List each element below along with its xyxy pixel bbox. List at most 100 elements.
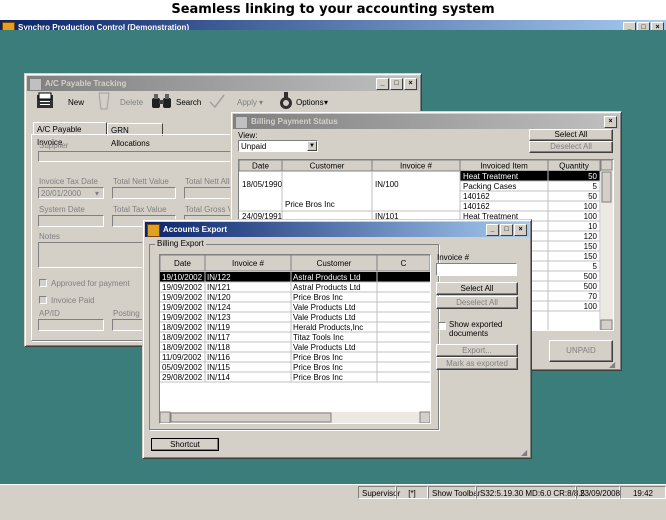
- approved-label: Approved for payment: [51, 279, 130, 288]
- export-title: Accounts Export: [163, 225, 228, 234]
- export-window-icon: [147, 224, 160, 237]
- status-flag: [*]: [396, 486, 428, 499]
- export-scroll-thumb: [170, 412, 332, 423]
- ap-close-button[interactable]: ×: [404, 78, 417, 90]
- total-nett-field: [112, 187, 176, 199]
- export-invoice-cell: IN/114: [207, 373, 231, 382]
- export-minimize-button[interactable]: _: [486, 224, 499, 236]
- status-bar: Supervisor [*] Show Toolbar S32:5.19.30 …: [0, 484, 666, 501]
- shortcut-button[interactable]: Shortcut: [151, 438, 219, 451]
- show-exported-label: Show exported documents: [449, 320, 503, 338]
- billing-select-all-button[interactable]: Select All: [529, 129, 613, 141]
- export-date-cell: 19/09/2002: [162, 313, 203, 322]
- billing-qty-cell: 50: [588, 172, 597, 181]
- search-button-label[interactable]: Search: [176, 98, 201, 107]
- apid-field: [38, 319, 104, 331]
- export-invoice-cell: IN/117: [207, 333, 231, 342]
- export-resize-grip[interactable]: ◢: [521, 448, 527, 457]
- export-customer-cell: Price Bros Inc: [293, 293, 343, 302]
- ap-minimize-button[interactable]: _: [376, 78, 389, 90]
- billing-item-cell: Packing Cases: [463, 182, 516, 191]
- status-toolbar[interactable]: Show Toolbar: [428, 486, 480, 499]
- billing-qty-cell: 5: [593, 182, 598, 191]
- export-invoice-cell: IN/116: [207, 353, 231, 362]
- new-button-label[interactable]: New: [68, 98, 84, 107]
- options-icon[interactable]: [278, 91, 294, 111]
- accounts-export-window: Accounts Export _ □ × Billing Export Dat…: [142, 219, 532, 459]
- billing-qty-cell: 100: [584, 302, 598, 311]
- notes-label: Notes: [39, 232, 60, 241]
- export-maximize-button[interactable]: □: [500, 224, 513, 236]
- export-invoice-cell: IN/122: [207, 273, 231, 282]
- billing-export-group-label: Billing Export: [155, 239, 206, 248]
- export-invoice-cell: IN/120: [207, 293, 231, 302]
- export-grid[interactable]: Date Invoice # Customer C 19/10/2002 IN/122 As…: [159, 254, 431, 424]
- export-scroll-left-icon: [160, 411, 171, 423]
- billing-qty-cell: 50: [588, 192, 597, 201]
- export-close-button[interactable]: ×: [514, 224, 527, 236]
- billing-column-header: Invoice #: [400, 162, 433, 171]
- new-icon[interactable]: [35, 91, 57, 111]
- billing-invoice-cell: IN/100: [375, 180, 399, 189]
- billing-qty-cell: 500: [584, 272, 598, 281]
- export-titlebar: Accounts Export _ □ ×: [145, 222, 529, 237]
- status-user: Supervisor: [358, 486, 400, 499]
- export-customer-cell: Astral Products Ltd: [293, 283, 361, 292]
- export-select-all-button[interactable]: Select All: [436, 282, 518, 295]
- supplier-label: Supplier: [39, 141, 69, 150]
- export-date-cell: 18/09/2002: [162, 343, 203, 352]
- billing-qty-cell: 150: [584, 252, 598, 261]
- checkmark-icon: [208, 92, 226, 110]
- billing-item-cell: 140162: [463, 192, 490, 201]
- billing-resize-grip[interactable]: ◢: [609, 360, 615, 369]
- show-exported-checkbox[interactable]: [438, 322, 446, 330]
- options-button-label[interactable]: Options: [296, 98, 324, 107]
- mark-as-exported-button: Mark as exported: [436, 357, 518, 370]
- export-date-cell: 19/09/2002: [162, 293, 203, 302]
- export-invoice-cell: IN/123: [207, 313, 231, 322]
- export-date-cell: 19/09/2002: [162, 303, 203, 312]
- export-column-header: C: [401, 259, 407, 268]
- system-date-field: [38, 215, 104, 227]
- supplier-field: [38, 151, 238, 162]
- billing-titlebar: Billing Payment Status ×: [233, 114, 619, 129]
- options-dropdown-icon[interactable]: ▾: [324, 98, 328, 107]
- billing-close-button[interactable]: ×: [604, 116, 617, 128]
- export-date-cell: 19/10/2002: [162, 273, 203, 282]
- billing-column-header: Quantity: [559, 162, 589, 171]
- search-icon[interactable]: [151, 92, 173, 110]
- export-customer-cell: Vale Products Ltd: [293, 303, 356, 312]
- total-nett-alloc-field: [184, 187, 234, 199]
- billing-deselect-all-button: Deselect All: [529, 141, 613, 153]
- billing-qty-cell: 500: [584, 282, 598, 291]
- invoice-search-input[interactable]: [436, 263, 517, 276]
- billing-item-cell: Heat Treatment: [463, 172, 519, 181]
- billing-qty-cell: 10: [588, 222, 597, 231]
- export-button: Export...: [436, 344, 518, 357]
- billing-qty-cell: 100: [584, 202, 598, 211]
- apid-label: AP/ID: [39, 309, 60, 318]
- billing-qty-cell: 150: [584, 242, 598, 251]
- ap-maximize-button[interactable]: □: [390, 78, 403, 90]
- status-time: 19:42: [620, 486, 666, 499]
- export-customer-cell: Vale Products Ltd: [293, 343, 356, 352]
- view-dropdown-icon[interactable]: ▼: [307, 141, 317, 151]
- export-customer-cell: Astral Products Ltd: [293, 273, 361, 282]
- invoice-search-label: Invoice #: [437, 253, 470, 262]
- export-grid-svg: Date Invoice # Customer C 19/10/2002 IN/122 As…: [160, 255, 430, 423]
- export-deselect-all-button: Deselect All: [436, 296, 518, 309]
- export-customer-cell: Price Bros Inc: [293, 353, 343, 362]
- view-select[interactable]: Unpaid ▼: [238, 140, 318, 152]
- approved-checkbox: [39, 279, 47, 287]
- invoice-tax-date-field: 20/01/2000 ▾: [38, 187, 104, 199]
- export-customer-cell: Vale Products Ltd: [293, 313, 356, 322]
- invoice-tax-date-value: 20/01/2000: [41, 189, 82, 198]
- delete-icon: [95, 91, 113, 111]
- export-customer-cell: Price Bros Inc: [293, 363, 343, 372]
- billing-column-header: Invoiced Item: [480, 162, 528, 171]
- ap-titlebar: A/C Payable Tracking _ □ ×: [27, 76, 419, 91]
- export-invoice-cell: IN/124: [207, 303, 231, 312]
- export-invoice-cell: IN/115: [207, 363, 231, 372]
- export-date-cell: 11/09/2002: [162, 353, 202, 362]
- export-customer-cell: Titaz Tools Inc: [293, 333, 344, 342]
